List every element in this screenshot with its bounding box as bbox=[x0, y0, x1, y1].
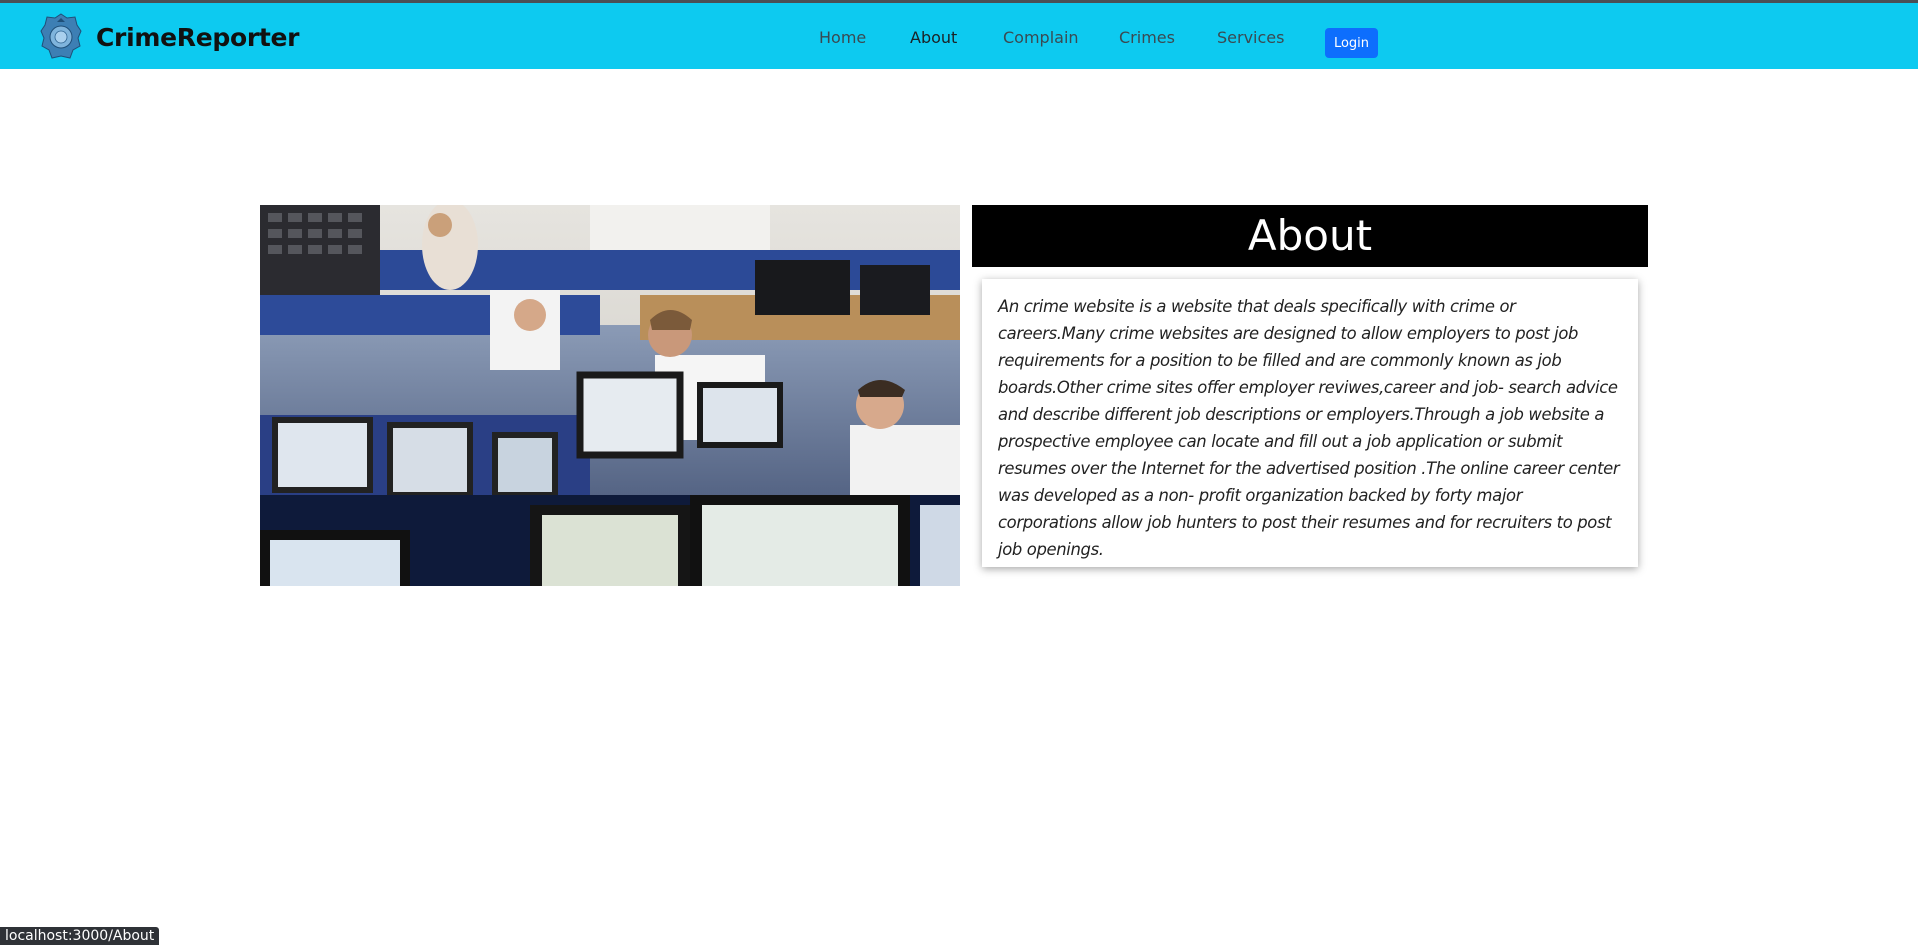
login-button[interactable]: Login bbox=[1325, 28, 1378, 58]
about-title: About bbox=[972, 205, 1648, 267]
about-card: An crime website is a website that deals… bbox=[982, 279, 1638, 567]
nav-item-services[interactable]: Services bbox=[1217, 28, 1284, 47]
hero-image bbox=[260, 205, 960, 586]
nav-item-complain[interactable]: Complain bbox=[1003, 28, 1079, 47]
navbar: CrimeReporter Home About Complain Crimes… bbox=[0, 3, 1918, 69]
nav-item-about[interactable]: About bbox=[910, 28, 957, 47]
nav-links: Home About Complain Crimes Services Logi… bbox=[0, 6, 1918, 72]
about-body: An crime website is a website that deals… bbox=[998, 297, 1620, 559]
nav-item-crimes[interactable]: Crimes bbox=[1119, 28, 1175, 47]
status-bar-url: localhost:3000/About bbox=[0, 927, 160, 945]
nav-item-home[interactable]: Home bbox=[819, 28, 866, 47]
